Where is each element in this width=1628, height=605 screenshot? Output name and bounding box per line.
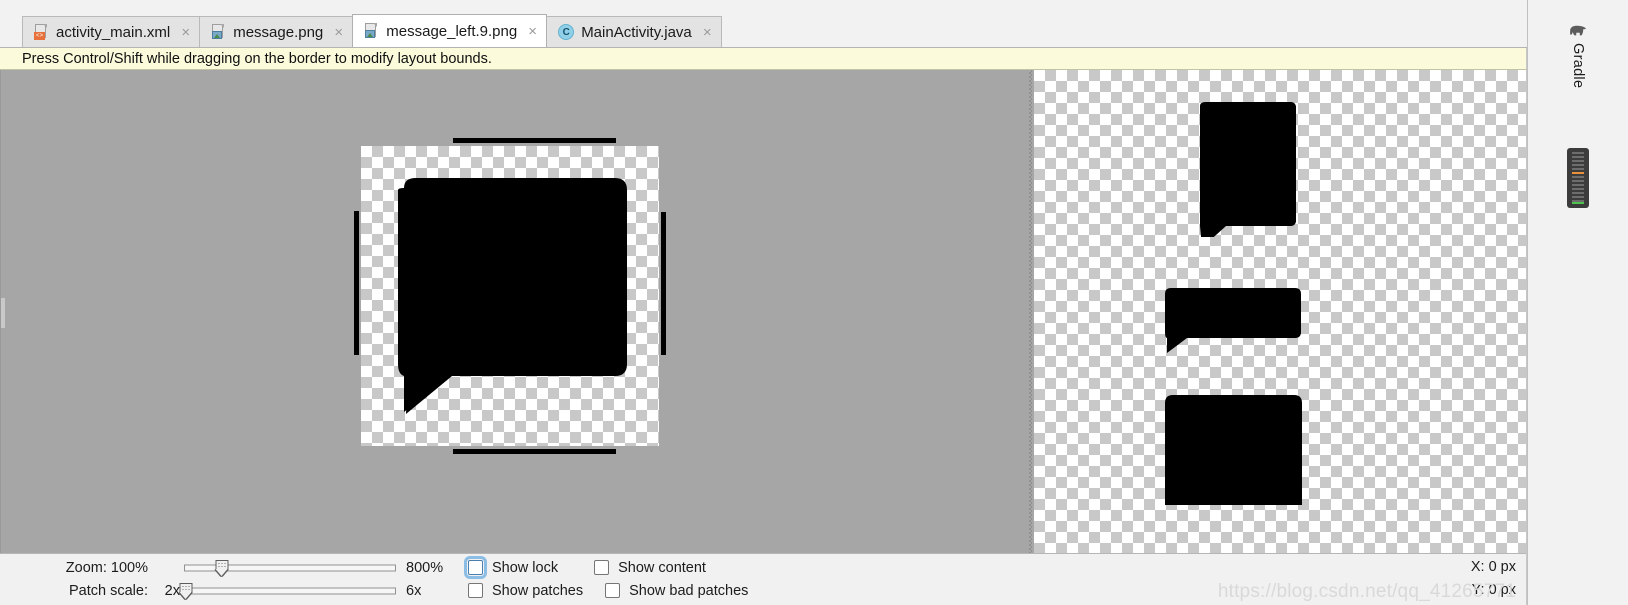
preview-tall xyxy=(1200,102,1296,237)
coordinate-x: X: 0 px xyxy=(1470,559,1516,575)
tab-label: message.png xyxy=(233,23,324,41)
patch-slider-min-label: 2x xyxy=(164,582,180,599)
android-studio-window: <> activity_main.xml × message.png × mes… xyxy=(0,0,1628,605)
right-content-guide[interactable] xyxy=(661,212,666,355)
checkbox-label: Show bad patches xyxy=(629,582,749,599)
hint-text: Press Control/Shift while dragging on th… xyxy=(22,50,492,67)
zoom-control-row: Zoom: 100% 800% Show lock Show content xyxy=(0,556,1527,579)
zoom-slider[interactable] xyxy=(184,559,396,577)
bottom-content-guide[interactable] xyxy=(453,449,616,454)
tab-label: MainActivity.java xyxy=(581,23,692,41)
gradle-label: Gradle xyxy=(1570,43,1586,89)
zoom-slider-thumb[interactable] xyxy=(215,559,229,576)
editor-column: <> activity_main.xml × message.png × mes… xyxy=(0,0,1527,605)
image-file-icon xyxy=(211,24,226,40)
checkbox-show-lock[interactable]: Show lock xyxy=(464,556,559,579)
ninepatch-file-icon xyxy=(364,23,379,39)
preview-wide xyxy=(1165,288,1301,353)
ninepatch-preview-pane xyxy=(1034,70,1527,553)
tab-close-icon[interactable]: × xyxy=(333,25,344,40)
checkbox-show-patches[interactable]: Show patches xyxy=(468,583,583,599)
tab-mainactivity-java[interactable]: C MainActivity.java × xyxy=(546,16,722,47)
show-bad-patches-checkbox[interactable] xyxy=(605,583,621,598)
checkbox-label: Show content xyxy=(618,559,706,576)
checkbox-show-bad-patches[interactable]: Show bad patches xyxy=(605,583,748,599)
checkbox-show-content[interactable]: Show content xyxy=(594,560,706,576)
show-lock-checkbox[interactable] xyxy=(464,556,487,579)
patch-scale-slider-track[interactable] xyxy=(184,587,396,594)
ninepatch-edit-pane[interactable] xyxy=(1,70,1028,553)
show-content-checkbox[interactable] xyxy=(594,560,610,575)
tab-message-left-9-png[interactable]: message_left.9.png × xyxy=(352,14,548,47)
left-stretch-guide[interactable] xyxy=(354,211,359,355)
patch-scale-label: Patch scale: xyxy=(69,582,148,599)
show-patches-checkbox[interactable] xyxy=(468,583,483,598)
preview-large xyxy=(1165,395,1302,505)
xml-file-icon: <> xyxy=(34,24,49,40)
checkbox-label: Show lock xyxy=(492,559,559,576)
zoom-label: Zoom: 100% xyxy=(65,559,148,576)
ninepatch-stage[interactable] xyxy=(354,138,666,454)
zoom-slider-max-label: 800% xyxy=(406,559,444,576)
sidebar-item-gradle[interactable]: Gradle xyxy=(1566,24,1590,88)
speech-bubble-shape xyxy=(398,178,627,414)
hint-bar: Press Control/Shift while dragging on th… xyxy=(0,48,1527,70)
ninepatch-control-bar: Zoom: 100% 800% Show lock Show content P… xyxy=(0,553,1527,605)
cursor-coordinates: X: 0 px Y: 0 px xyxy=(1376,556,1516,602)
right-tool-sidebar: Gradle xyxy=(1527,0,1628,605)
checkbox-label: Show patches xyxy=(492,582,584,599)
patch-scale-slider-thumb[interactable] xyxy=(179,582,193,599)
top-stretch-guide[interactable] xyxy=(453,138,616,143)
left-gutter-handle[interactable] xyxy=(1,298,5,328)
coordinate-y: Y: 0 px xyxy=(1471,582,1516,598)
patch-slider-max-label: 6x xyxy=(406,582,422,599)
elephant-icon xyxy=(1570,25,1586,36)
tab-label: activity_main.xml xyxy=(56,23,171,41)
tab-close-icon[interactable]: × xyxy=(702,25,713,40)
tab-activity-main-xml[interactable]: <> activity_main.xml × xyxy=(22,16,201,47)
tab-close-icon[interactable]: × xyxy=(180,25,191,40)
tab-close-icon[interactable]: × xyxy=(527,24,538,39)
java-class-icon: C xyxy=(558,24,575,40)
editor-tab-bar: <> activity_main.xml × message.png × mes… xyxy=(0,0,1527,48)
memory-indicator[interactable] xyxy=(1567,148,1589,208)
tab-label: message_left.9.png xyxy=(386,22,518,40)
patch-scale-slider[interactable] xyxy=(179,582,396,600)
patch-scale-control-row: Patch scale: 2x 6x Show patches Show bad… xyxy=(0,579,1527,602)
tab-message-png[interactable]: message.png × xyxy=(199,16,354,47)
ninepatch-canvas-area xyxy=(0,70,1527,553)
